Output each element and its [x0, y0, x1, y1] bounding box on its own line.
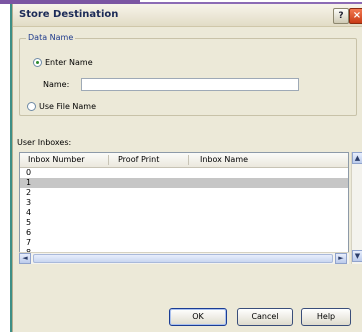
inbox-number: 3: [26, 198, 32, 207]
inbox-number: 7: [26, 238, 32, 247]
list-item[interactable]: 0: [20, 168, 348, 178]
close-icon: ×: [352, 10, 362, 21]
list-item[interactable]: 3: [20, 198, 348, 208]
scroll-up-button[interactable]: ▲: [352, 152, 362, 164]
column-header-proof-print[interactable]: Proof Print: [118, 155, 159, 164]
list-item[interactable]: 7: [20, 238, 348, 248]
name-field-label: Name:: [43, 80, 70, 89]
name-input[interactable]: [81, 78, 299, 91]
horizontal-scrollbar[interactable]: ◄ ►: [19, 252, 349, 264]
list-item[interactable]: 4: [20, 208, 348, 218]
arrow-left-icon: ◄: [22, 254, 28, 262]
dialog-title: Store Destination: [19, 9, 119, 20]
column-header-inbox-name[interactable]: Inbox Name: [200, 155, 248, 164]
list-header: Inbox Number Proof Print Inbox Name: [20, 153, 348, 168]
user-inboxes-list[interactable]: Inbox Number Proof Print Inbox Name 0 1 …: [19, 152, 349, 264]
enter-name-label[interactable]: Enter Name: [45, 58, 93, 67]
arrow-up-icon: ▲: [354, 154, 361, 162]
list-item[interactable]: 6: [20, 228, 348, 238]
ok-button[interactable]: OK: [169, 308, 227, 326]
scroll-left-button[interactable]: ◄: [19, 253, 31, 264]
vertical-scrollbar[interactable]: ▲ ▼: [351, 152, 362, 264]
cancel-button[interactable]: Cancel: [237, 308, 293, 326]
store-destination-dialog: Store Destination ? × Data Name Enter Na…: [12, 4, 362, 332]
scroll-down-button[interactable]: ▼: [352, 250, 362, 262]
column-header-inbox-number[interactable]: Inbox Number: [28, 155, 85, 164]
horizontal-scroll-thumb[interactable]: [33, 254, 333, 263]
title-bar[interactable]: Store Destination ? ×: [13, 4, 362, 27]
inbox-number: 6: [26, 228, 32, 237]
help-button[interactable]: Help: [301, 308, 351, 326]
inbox-number: 4: [26, 208, 32, 217]
inbox-number: 0: [26, 168, 32, 177]
scroll-right-button[interactable]: ►: [335, 253, 347, 264]
list-item-selected[interactable]: 1: [20, 178, 348, 188]
column-separator[interactable]: [188, 155, 189, 165]
list-item[interactable]: 2: [20, 188, 348, 198]
arrow-right-icon: ►: [338, 254, 344, 262]
data-name-group-legend: Data Name: [26, 33, 76, 42]
column-separator[interactable]: [108, 155, 109, 165]
user-inboxes-label: User Inboxes:: [17, 138, 72, 147]
arrow-down-icon: ▼: [354, 252, 361, 260]
use-file-name-radio[interactable]: [27, 102, 36, 111]
close-button[interactable]: ×: [349, 8, 362, 24]
enter-name-radio[interactable]: [33, 58, 42, 67]
list-item[interactable]: 5: [20, 218, 348, 228]
inbox-number: 1: [26, 178, 32, 187]
inbox-number: 5: [26, 218, 32, 227]
use-file-name-label[interactable]: Use File Name: [39, 102, 96, 111]
question-mark-icon: ?: [338, 11, 344, 21]
help-title-button[interactable]: ?: [333, 8, 349, 24]
inbox-number: 2: [26, 188, 32, 197]
